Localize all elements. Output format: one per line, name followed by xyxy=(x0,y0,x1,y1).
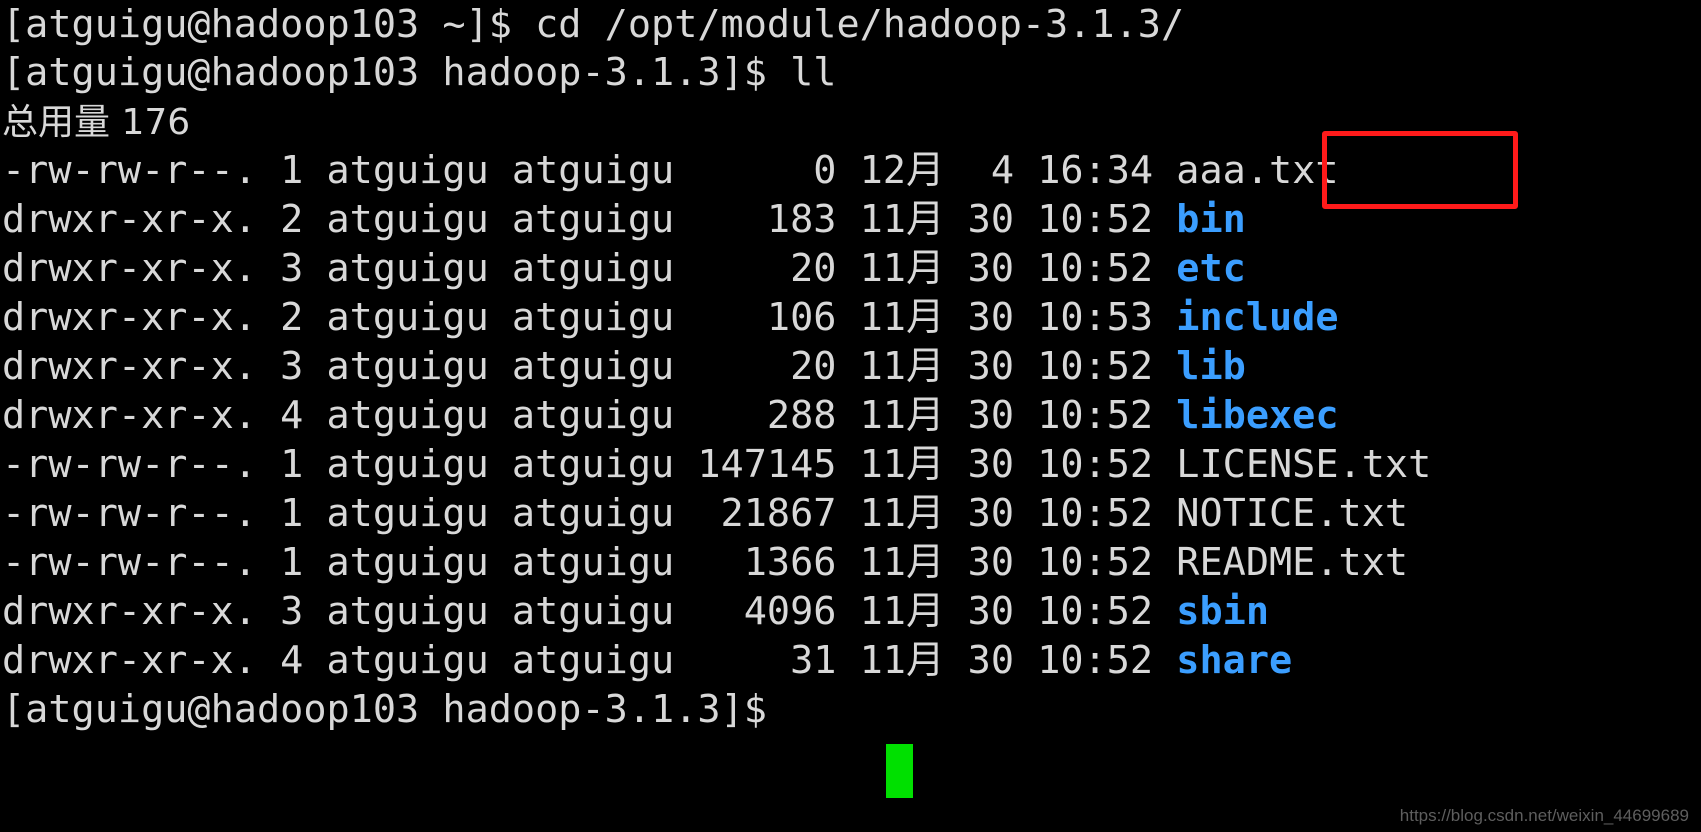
listing-row-license-txt-meta: -rw-rw-r--. 1 atguigu atguigu 147145 11月… xyxy=(2,442,1177,487)
final-prompt-line: [atguigu@hadoop103 hadoop-3.1.3]$ xyxy=(0,685,1701,734)
total-size-text: 总用量 176 xyxy=(2,102,191,143)
listing-row-notice-txt-name[interactable]: NOTICE.txt xyxy=(1176,491,1408,536)
listing-row-share: drwxr-xr-x. 4 atguigu atguigu 31 11月 30 … xyxy=(0,636,1701,685)
listing-row-notice-txt: -rw-rw-r--. 1 atguigu atguigu 21867 11月 … xyxy=(0,489,1701,538)
command-line-ll-text: [atguigu@hadoop103 hadoop-3.1.3]$ ll xyxy=(2,50,837,95)
listing-row-libexec: drwxr-xr-x. 4 atguigu atguigu 288 11月 30… xyxy=(0,391,1701,440)
listing-row-readme-txt-name[interactable]: README.txt xyxy=(1176,540,1408,585)
command-line-ll: [atguigu@hadoop103 hadoop-3.1.3]$ ll xyxy=(0,48,1701,97)
listing-row-bin: drwxr-xr-x. 2 atguigu atguigu 183 11月 30… xyxy=(0,195,1701,244)
listing-row-libexec-name[interactable]: libexec xyxy=(1176,393,1338,438)
listing-row-include: drwxr-xr-x. 2 atguigu atguigu 106 11月 30… xyxy=(0,293,1701,342)
listing-row-include-meta: drwxr-xr-x. 2 atguigu atguigu 106 11月 30… xyxy=(2,295,1177,340)
listing-row-aaa-txt-name[interactable]: aaa.txt xyxy=(1176,148,1338,193)
terminal-output[interactable]: [atguigu@hadoop103 ~]$ cd /opt/module/ha… xyxy=(0,0,1701,832)
listing-row-lib-meta: drwxr-xr-x. 3 atguigu atguigu 20 11月 30 … xyxy=(2,344,1177,389)
listing-row-aaa-txt: -rw-rw-r--. 1 atguigu atguigu 0 12月 4 16… xyxy=(0,146,1701,195)
listing-row-license-txt-name[interactable]: LICENSE.txt xyxy=(1176,442,1431,487)
final-prompt-text: [atguigu@hadoop103 hadoop-3.1.3]$ xyxy=(2,687,791,732)
listing-row-bin-name[interactable]: bin xyxy=(1176,197,1246,242)
listing-row-share-meta: drwxr-xr-x. 4 atguigu atguigu 31 11月 30 … xyxy=(2,638,1177,683)
text-cursor xyxy=(886,744,913,798)
total-size-line: 总用量 176 xyxy=(0,97,1701,146)
listing-row-aaa-txt-meta: -rw-rw-r--. 1 atguigu atguigu 0 12月 4 16… xyxy=(2,148,1177,193)
listing-row-license-txt: -rw-rw-r--. 1 atguigu atguigu 147145 11月… xyxy=(0,440,1701,489)
listing-row-lib-name[interactable]: lib xyxy=(1176,344,1246,389)
command-line-cd-text: [atguigu@hadoop103 ~]$ cd /opt/module/ha… xyxy=(2,2,1185,47)
listing-row-sbin: drwxr-xr-x. 3 atguigu atguigu 4096 11月 3… xyxy=(0,587,1701,636)
listing-row-include-name[interactable]: include xyxy=(1176,295,1338,340)
listing-row-lib: drwxr-xr-x. 3 atguigu atguigu 20 11月 30 … xyxy=(0,342,1701,391)
listing-row-sbin-meta: drwxr-xr-x. 3 atguigu atguigu 4096 11月 3… xyxy=(2,589,1177,634)
listing-row-share-name[interactable]: share xyxy=(1176,638,1292,683)
listing-row-sbin-name[interactable]: sbin xyxy=(1176,589,1269,634)
listing-row-readme-txt: -rw-rw-r--. 1 atguigu atguigu 1366 11月 3… xyxy=(0,538,1701,587)
terminal-window: [atguigu@hadoop103 ~]$ cd /opt/module/ha… xyxy=(0,0,1701,832)
command-line-cd: [atguigu@hadoop103 ~]$ cd /opt/module/ha… xyxy=(0,0,1701,48)
listing-row-etc: drwxr-xr-x. 3 atguigu atguigu 20 11月 30 … xyxy=(0,244,1701,293)
listing-row-bin-meta: drwxr-xr-x. 2 atguigu atguigu 183 11月 30… xyxy=(2,197,1177,242)
listing-row-readme-txt-meta: -rw-rw-r--. 1 atguigu atguigu 1366 11月 3… xyxy=(2,540,1177,585)
listing-row-etc-meta: drwxr-xr-x. 3 atguigu atguigu 20 11月 30 … xyxy=(2,246,1177,291)
listing-row-libexec-meta: drwxr-xr-x. 4 atguigu atguigu 288 11月 30… xyxy=(2,393,1177,438)
watermark-text: https://blog.csdn.net/weixin_44699689 xyxy=(1399,806,1689,825)
listing-row-etc-name[interactable]: etc xyxy=(1176,246,1246,291)
listing-row-notice-txt-meta: -rw-rw-r--. 1 atguigu atguigu 21867 11月 … xyxy=(2,491,1177,536)
